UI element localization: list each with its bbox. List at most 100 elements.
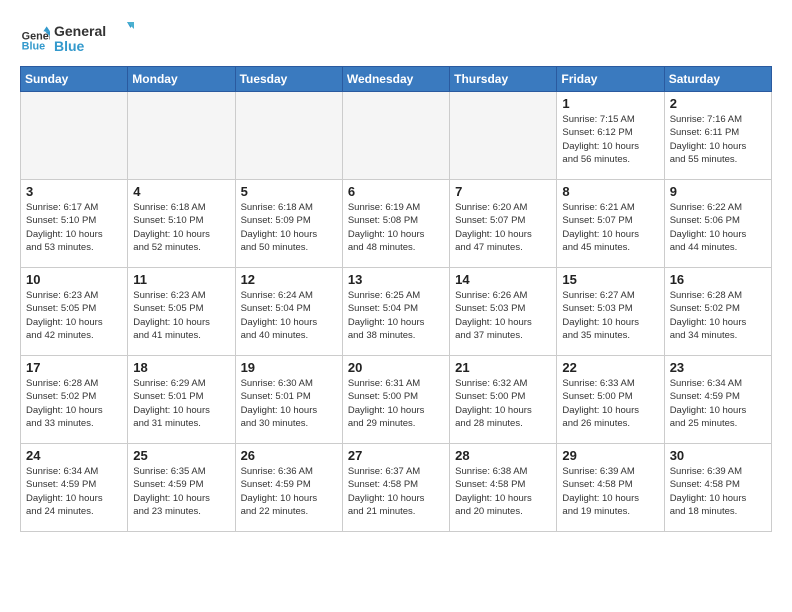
day-info: Sunrise: 7:15 AM Sunset: 6:12 PM Dayligh… <box>562 113 658 166</box>
calendar-cell: 12 Sunrise: 6:24 AM Sunset: 5:04 PM Dayli… <box>235 268 342 356</box>
day-info: Sunrise: 6:18 AM Sunset: 5:10 PM Dayligh… <box>133 201 229 254</box>
calendar-cell <box>342 92 449 180</box>
day-info: Sunrise: 6:34 AM Sunset: 4:59 PM Dayligh… <box>670 377 766 430</box>
day-number: 11 <box>133 272 229 287</box>
calendar-cell: 3Sunrise: 6:17 AM Sunset: 5:10 PM Daylig… <box>21 180 128 268</box>
day-info: Sunrise: 6:29 AM Sunset: 5:01 PM Dayligh… <box>133 377 229 430</box>
day-number: 8 <box>562 184 658 199</box>
calendar-cell: 4 Sunrise: 6:18 AM Sunset: 5:10 PM Daylig… <box>128 180 235 268</box>
calendar-cell <box>128 92 235 180</box>
weekday-header-friday: Friday <box>557 67 664 92</box>
weekday-header-sunday: Sunday <box>21 67 128 92</box>
day-info: Sunrise: 6:21 AM Sunset: 5:07 PM Dayligh… <box>562 201 658 254</box>
calendar-cell: 20Sunrise: 6:31 AM Sunset: 5:00 PM Dayli… <box>342 356 449 444</box>
logo-svg: General Blue <box>54 20 134 56</box>
day-number: 9 <box>670 184 766 199</box>
day-info: Sunrise: 6:36 AM Sunset: 4:59 PM Dayligh… <box>241 465 337 518</box>
day-number: 13 <box>348 272 444 287</box>
day-number: 5 <box>241 184 337 199</box>
day-number: 12 <box>241 272 337 287</box>
day-info: Sunrise: 6:23 AM Sunset: 5:05 PM Dayligh… <box>26 289 122 342</box>
calendar-cell: 19Sunrise: 6:30 AM Sunset: 5:01 PM Dayli… <box>235 356 342 444</box>
calendar-cell: 18 Sunrise: 6:29 AM Sunset: 5:01 PM Dayli… <box>128 356 235 444</box>
calendar-cell: 28 Sunrise: 6:38 AM Sunset: 4:58 PM Dayli… <box>450 444 557 532</box>
calendar-cell: 26Sunrise: 6:36 AM Sunset: 4:59 PM Dayli… <box>235 444 342 532</box>
day-info: Sunrise: 7:16 AM Sunset: 6:11 PM Dayligh… <box>670 113 766 166</box>
calendar-cell <box>235 92 342 180</box>
day-number: 16 <box>670 272 766 287</box>
weekday-header-monday: Monday <box>128 67 235 92</box>
logo-icon: General Blue <box>20 23 50 53</box>
week-row-1: 1 Sunrise: 7:15 AM Sunset: 6:12 PM Daylig… <box>21 92 772 180</box>
calendar-cell: 29 Sunrise: 6:39 AM Sunset: 4:58 PM Dayli… <box>557 444 664 532</box>
day-info: Sunrise: 6:28 AM Sunset: 5:02 PM Dayligh… <box>26 377 122 430</box>
day-number: 24 <box>26 448 122 463</box>
calendar-cell: 2 Sunrise: 7:16 AM Sunset: 6:11 PM Daylig… <box>664 92 771 180</box>
calendar-cell: 23 Sunrise: 6:34 AM Sunset: 4:59 PM Dayli… <box>664 356 771 444</box>
calendar-cell: 7 Sunrise: 6:20 AM Sunset: 5:07 PM Daylig… <box>450 180 557 268</box>
day-info: Sunrise: 6:39 AM Sunset: 4:58 PM Dayligh… <box>670 465 766 518</box>
calendar-cell <box>450 92 557 180</box>
day-number: 28 <box>455 448 551 463</box>
calendar-cell: 10Sunrise: 6:23 AM Sunset: 5:05 PM Dayli… <box>21 268 128 356</box>
day-info: Sunrise: 6:33 AM Sunset: 5:00 PM Dayligh… <box>562 377 658 430</box>
day-info: Sunrise: 6:28 AM Sunset: 5:02 PM Dayligh… <box>670 289 766 342</box>
calendar-cell: 30 Sunrise: 6:39 AM Sunset: 4:58 PM Dayli… <box>664 444 771 532</box>
day-info: Sunrise: 6:22 AM Sunset: 5:06 PM Dayligh… <box>670 201 766 254</box>
calendar-cell: 24 Sunrise: 6:34 AM Sunset: 4:59 PM Dayli… <box>21 444 128 532</box>
day-info: Sunrise: 6:18 AM Sunset: 5:09 PM Dayligh… <box>241 201 337 254</box>
svg-text:General: General <box>54 23 106 39</box>
day-info: Sunrise: 6:39 AM Sunset: 4:58 PM Dayligh… <box>562 465 658 518</box>
day-info: Sunrise: 6:23 AM Sunset: 5:05 PM Dayligh… <box>133 289 229 342</box>
weekday-header-thursday: Thursday <box>450 67 557 92</box>
day-info: Sunrise: 6:26 AM Sunset: 5:03 PM Dayligh… <box>455 289 551 342</box>
day-number: 29 <box>562 448 658 463</box>
day-info: Sunrise: 6:19 AM Sunset: 5:08 PM Dayligh… <box>348 201 444 254</box>
calendar-cell: 1 Sunrise: 7:15 AM Sunset: 6:12 PM Daylig… <box>557 92 664 180</box>
day-info: Sunrise: 6:27 AM Sunset: 5:03 PM Dayligh… <box>562 289 658 342</box>
day-number: 1 <box>562 96 658 111</box>
day-info: Sunrise: 6:32 AM Sunset: 5:00 PM Dayligh… <box>455 377 551 430</box>
calendar-cell: 8 Sunrise: 6:21 AM Sunset: 5:07 PM Daylig… <box>557 180 664 268</box>
weekday-header-tuesday: Tuesday <box>235 67 342 92</box>
calendar-cell: 5 Sunrise: 6:18 AM Sunset: 5:09 PM Daylig… <box>235 180 342 268</box>
week-row-4: 17 Sunrise: 6:28 AM Sunset: 5:02 PM Dayli… <box>21 356 772 444</box>
logo: General Blue General Blue <box>20 20 134 56</box>
calendar-cell: 25Sunrise: 6:35 AM Sunset: 4:59 PM Dayli… <box>128 444 235 532</box>
day-number: 30 <box>670 448 766 463</box>
day-number: 19 <box>241 360 337 375</box>
weekday-header-row: SundayMondayTuesdayWednesdayThursdayFrid… <box>21 67 772 92</box>
day-number: 4 <box>133 184 229 199</box>
week-row-5: 24 Sunrise: 6:34 AM Sunset: 4:59 PM Dayli… <box>21 444 772 532</box>
day-info: Sunrise: 6:34 AM Sunset: 4:59 PM Dayligh… <box>26 465 122 518</box>
day-number: 22 <box>562 360 658 375</box>
svg-text:Blue: Blue <box>54 38 85 54</box>
calendar-cell: 6 Sunrise: 6:19 AM Sunset: 5:08 PM Daylig… <box>342 180 449 268</box>
day-info: Sunrise: 6:20 AM Sunset: 5:07 PM Dayligh… <box>455 201 551 254</box>
calendar-cell: 17 Sunrise: 6:28 AM Sunset: 5:02 PM Dayli… <box>21 356 128 444</box>
calendar-cell: 9 Sunrise: 6:22 AM Sunset: 5:06 PM Daylig… <box>664 180 771 268</box>
day-info: Sunrise: 6:38 AM Sunset: 4:58 PM Dayligh… <box>455 465 551 518</box>
day-number: 2 <box>670 96 766 111</box>
calendar-cell: 16 Sunrise: 6:28 AM Sunset: 5:02 PM Dayli… <box>664 268 771 356</box>
day-info: Sunrise: 6:25 AM Sunset: 5:04 PM Dayligh… <box>348 289 444 342</box>
day-number: 18 <box>133 360 229 375</box>
day-number: 17 <box>26 360 122 375</box>
week-row-3: 10Sunrise: 6:23 AM Sunset: 5:05 PM Dayli… <box>21 268 772 356</box>
day-number: 7 <box>455 184 551 199</box>
day-info: Sunrise: 6:35 AM Sunset: 4:59 PM Dayligh… <box>133 465 229 518</box>
day-info: Sunrise: 6:31 AM Sunset: 5:00 PM Dayligh… <box>348 377 444 430</box>
calendar-cell: 21 Sunrise: 6:32 AM Sunset: 5:00 PM Dayli… <box>450 356 557 444</box>
calendar-cell: 15Sunrise: 6:27 AM Sunset: 5:03 PM Dayli… <box>557 268 664 356</box>
day-number: 3 <box>26 184 122 199</box>
day-number: 21 <box>455 360 551 375</box>
calendar-cell: 27Sunrise: 6:37 AM Sunset: 4:58 PM Dayli… <box>342 444 449 532</box>
day-number: 6 <box>348 184 444 199</box>
day-info: Sunrise: 6:24 AM Sunset: 5:04 PM Dayligh… <box>241 289 337 342</box>
day-number: 14 <box>455 272 551 287</box>
day-number: 23 <box>670 360 766 375</box>
calendar-cell: 22 Sunrise: 6:33 AM Sunset: 5:00 PM Dayli… <box>557 356 664 444</box>
page-header: General Blue General Blue <box>20 20 772 56</box>
calendar-cell <box>21 92 128 180</box>
day-number: 27 <box>348 448 444 463</box>
